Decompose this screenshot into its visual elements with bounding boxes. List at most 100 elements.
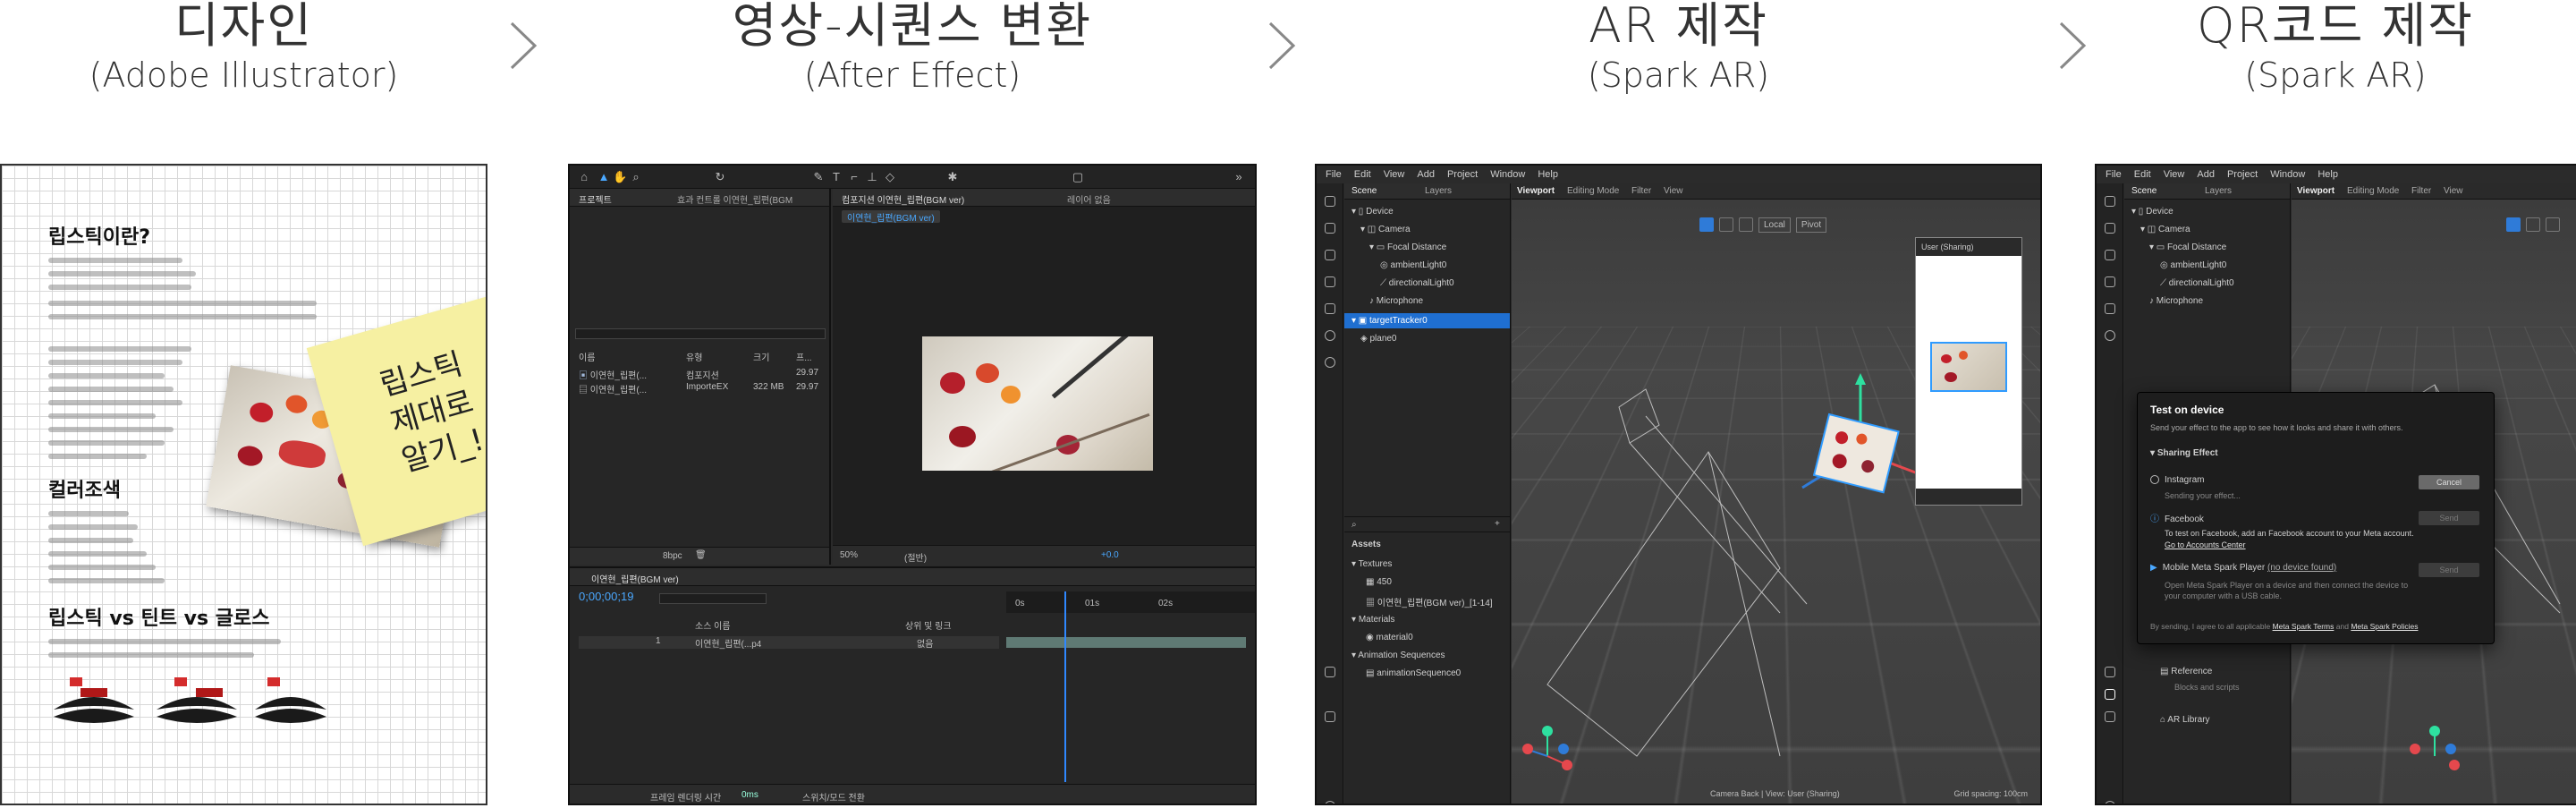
puppet-tool-icon[interactable]: ✱ — [945, 170, 960, 184]
project-search-input[interactable] — [575, 328, 826, 339]
simulator-controls[interactable] — [1916, 489, 2021, 505]
terms-link[interactable]: Meta Spark Terms — [2273, 622, 2334, 631]
upload-icon[interactable] — [2105, 667, 2115, 677]
accounts-center-link[interactable]: Go to Accounts Center — [2165, 540, 2246, 549]
settings-icon[interactable] — [2105, 801, 2115, 804]
timeline-search-input[interactable] — [659, 593, 767, 604]
stamp-tool-icon[interactable]: ⊥ — [865, 170, 879, 184]
tab-layers[interactable]: Layers — [2205, 186, 2232, 196]
menu-add[interactable]: Add — [1417, 169, 1435, 180]
timecode[interactable]: 0;00;00;19 — [579, 590, 633, 603]
test-on-device-icon[interactable] — [1325, 711, 1335, 722]
rotate-tool-icon[interactable]: ↻ — [713, 170, 727, 184]
menu-window[interactable]: Window — [1490, 169, 1525, 180]
snap-icon[interactable]: ▢ — [1071, 170, 1085, 184]
sharing-effect-header[interactable]: ▾ Sharing Effect — [2150, 448, 2218, 458]
tree-directional-light[interactable]: ⟋ directionalLight0 — [2160, 278, 2234, 288]
tab-scene[interactable]: Scene — [2131, 186, 2157, 196]
settings-icon[interactable] — [1325, 801, 1335, 804]
trash-icon[interactable]: 🗑 — [695, 550, 707, 560]
stop-icon[interactable] — [2105, 303, 2115, 314]
quality-select[interactable]: (절반) — [904, 550, 927, 564]
viewport[interactable]: Viewport Editing Mode Filter View Local … — [1512, 183, 2040, 804]
tree-target-tracker[interactable]: ▾ ▣ targetTracker0 — [1344, 313, 1510, 328]
text-tool-icon[interactable]: T — [829, 170, 843, 184]
layout-icon[interactable] — [2105, 196, 2115, 207]
patch-editor-icon[interactable] — [1325, 250, 1335, 260]
layer-track-bar[interactable] — [1006, 637, 1246, 648]
tree-device[interactable]: ▾ ▯ Device — [2131, 207, 2174, 217]
tab-composition[interactable]: 컴포지션 이연현_립편(BGM ver) — [842, 192, 964, 206]
assets-textures[interactable]: ▾ Textures — [1352, 559, 1392, 569]
assets-materials[interactable]: ▾ Materials — [1352, 615, 1394, 625]
assets-animation-sequences[interactable]: ▾ Animation Sequences — [1352, 651, 1445, 660]
layer-row[interactable]: 1 이연현_립편(...p4 없음 — [579, 636, 999, 650]
layout-icon[interactable] — [1325, 196, 1335, 207]
reference-item[interactable]: ▤ Reference — [2160, 667, 2212, 676]
instagram-option[interactable]: Instagram — [2150, 475, 2204, 485]
menu-help[interactable]: Help — [2318, 169, 2338, 180]
asset-item[interactable]: ◉ material0 — [1366, 633, 1413, 642]
facebook-option[interactable]: ⓘ Facebook — [2150, 511, 2204, 524]
tree-plane[interactable]: ◈ plane0 — [1360, 334, 1397, 344]
cancel-button[interactable]: Cancel — [2419, 475, 2479, 489]
exposure-value[interactable]: +0.0 — [1101, 550, 1119, 560]
tree-directional-light[interactable]: ⟋ directionalLight0 — [1380, 278, 1454, 288]
tree-camera[interactable]: ▾ ◫ Camera — [2140, 225, 2190, 234]
parent-select[interactable]: 없음 — [917, 636, 933, 650]
asset-item[interactable]: ▤ animationSequence0 — [1366, 668, 1461, 678]
tab-scene[interactable]: Scene — [1352, 186, 1377, 196]
menu-edit[interactable]: Edit — [1354, 169, 1371, 180]
tab-effect-controls[interactable]: 효과 컨트롤 이연현_립편(BGM — [677, 192, 792, 206]
eraser-tool-icon[interactable]: ◇ — [883, 170, 897, 184]
home-icon[interactable]: ⌂ — [577, 170, 591, 184]
tree-microphone[interactable]: ♪ Microphone — [1369, 296, 1423, 306]
tree-ambient-light[interactable]: ◎ ambientLight0 — [1380, 260, 1446, 270]
time-ruler[interactable]: 0s 01s 02s — [1006, 591, 1255, 613]
menu-add[interactable]: Add — [2197, 169, 2215, 180]
tree-microphone[interactable]: ♪ Microphone — [2149, 296, 2203, 306]
project-item[interactable]: ▤ 이연현_립편(... ImporteEX 322 MB 29.97 — [579, 382, 818, 395]
menu-project[interactable]: Project — [1447, 169, 1478, 180]
assets-search[interactable]: ⌕ + — [1344, 516, 1510, 532]
publish-icon[interactable] — [2105, 711, 2115, 722]
tree-ambient-light[interactable]: ◎ ambientLight0 — [2160, 260, 2226, 270]
tree-device[interactable]: ▾ ▯ Device — [1352, 207, 1394, 217]
search-icon[interactable] — [1325, 357, 1335, 368]
zoom-tool-icon[interactable]: ⌕ — [629, 170, 643, 184]
menu-window[interactable]: Window — [2270, 169, 2305, 180]
video-icon[interactable] — [2105, 223, 2115, 234]
simulator-device-select[interactable]: User (Sharing) — [1916, 238, 2021, 256]
composition-preview[interactable] — [922, 336, 1153, 471]
asset-item[interactable]: ▦ 이연현_립편(BGM ver)_[1-14] — [1366, 595, 1493, 608]
policies-link[interactable]: Meta Spark Policies — [2351, 622, 2418, 631]
menu-project[interactable]: Project — [2227, 169, 2258, 180]
refresh-icon[interactable] — [1325, 330, 1335, 341]
tree-focal-distance[interactable]: ▾ ▭ Focal Distance — [2149, 242, 2226, 252]
mobile-player-option[interactable]: ▶ Mobile Meta Spark Player (no device fou… — [2150, 563, 2336, 573]
tab-layer[interactable]: 레이어 없음 — [1067, 192, 1111, 206]
patch-editor-icon[interactable] — [2105, 250, 2115, 260]
asset-item[interactable]: ▦ 450 — [1366, 577, 1392, 587]
video-icon[interactable] — [1325, 223, 1335, 234]
play-icon[interactable] — [1325, 276, 1335, 287]
comp-breadcrumb[interactable]: 이연현_립편(BGM ver) — [842, 210, 940, 224]
playhead[interactable] — [1064, 591, 1066, 782]
hand-tool-icon[interactable]: ✋ — [613, 170, 627, 184]
pen-tool-icon[interactable]: ✎ — [811, 170, 826, 184]
tab-layers[interactable]: Layers — [1425, 186, 1452, 196]
no-device-link[interactable]: (no device found) — [2267, 563, 2336, 573]
menu-help[interactable]: Help — [1538, 169, 1558, 180]
facebook-send-button[interactable]: Send — [2419, 511, 2479, 525]
tree-focal-distance[interactable]: ▾ ▭ Focal Distance — [1369, 242, 1446, 252]
player-send-button[interactable]: Send — [2419, 563, 2479, 577]
ar-library-item[interactable]: ⌂ AR Library — [2160, 715, 2210, 725]
project-item[interactable]: ▣ 이연현_립편(... 컴포지션 29.97 — [579, 368, 818, 381]
zoom-select[interactable]: 50% — [840, 550, 858, 560]
upload-icon[interactable] — [1325, 667, 1335, 677]
select-tool-icon[interactable]: ▲ — [597, 170, 611, 184]
menu-file[interactable]: File — [1326, 169, 1342, 180]
menu-view[interactable]: View — [2164, 169, 2185, 180]
add-asset-icon[interactable]: + — [1495, 519, 1500, 529]
tab-project[interactable]: 프로젝트 — [579, 192, 612, 206]
